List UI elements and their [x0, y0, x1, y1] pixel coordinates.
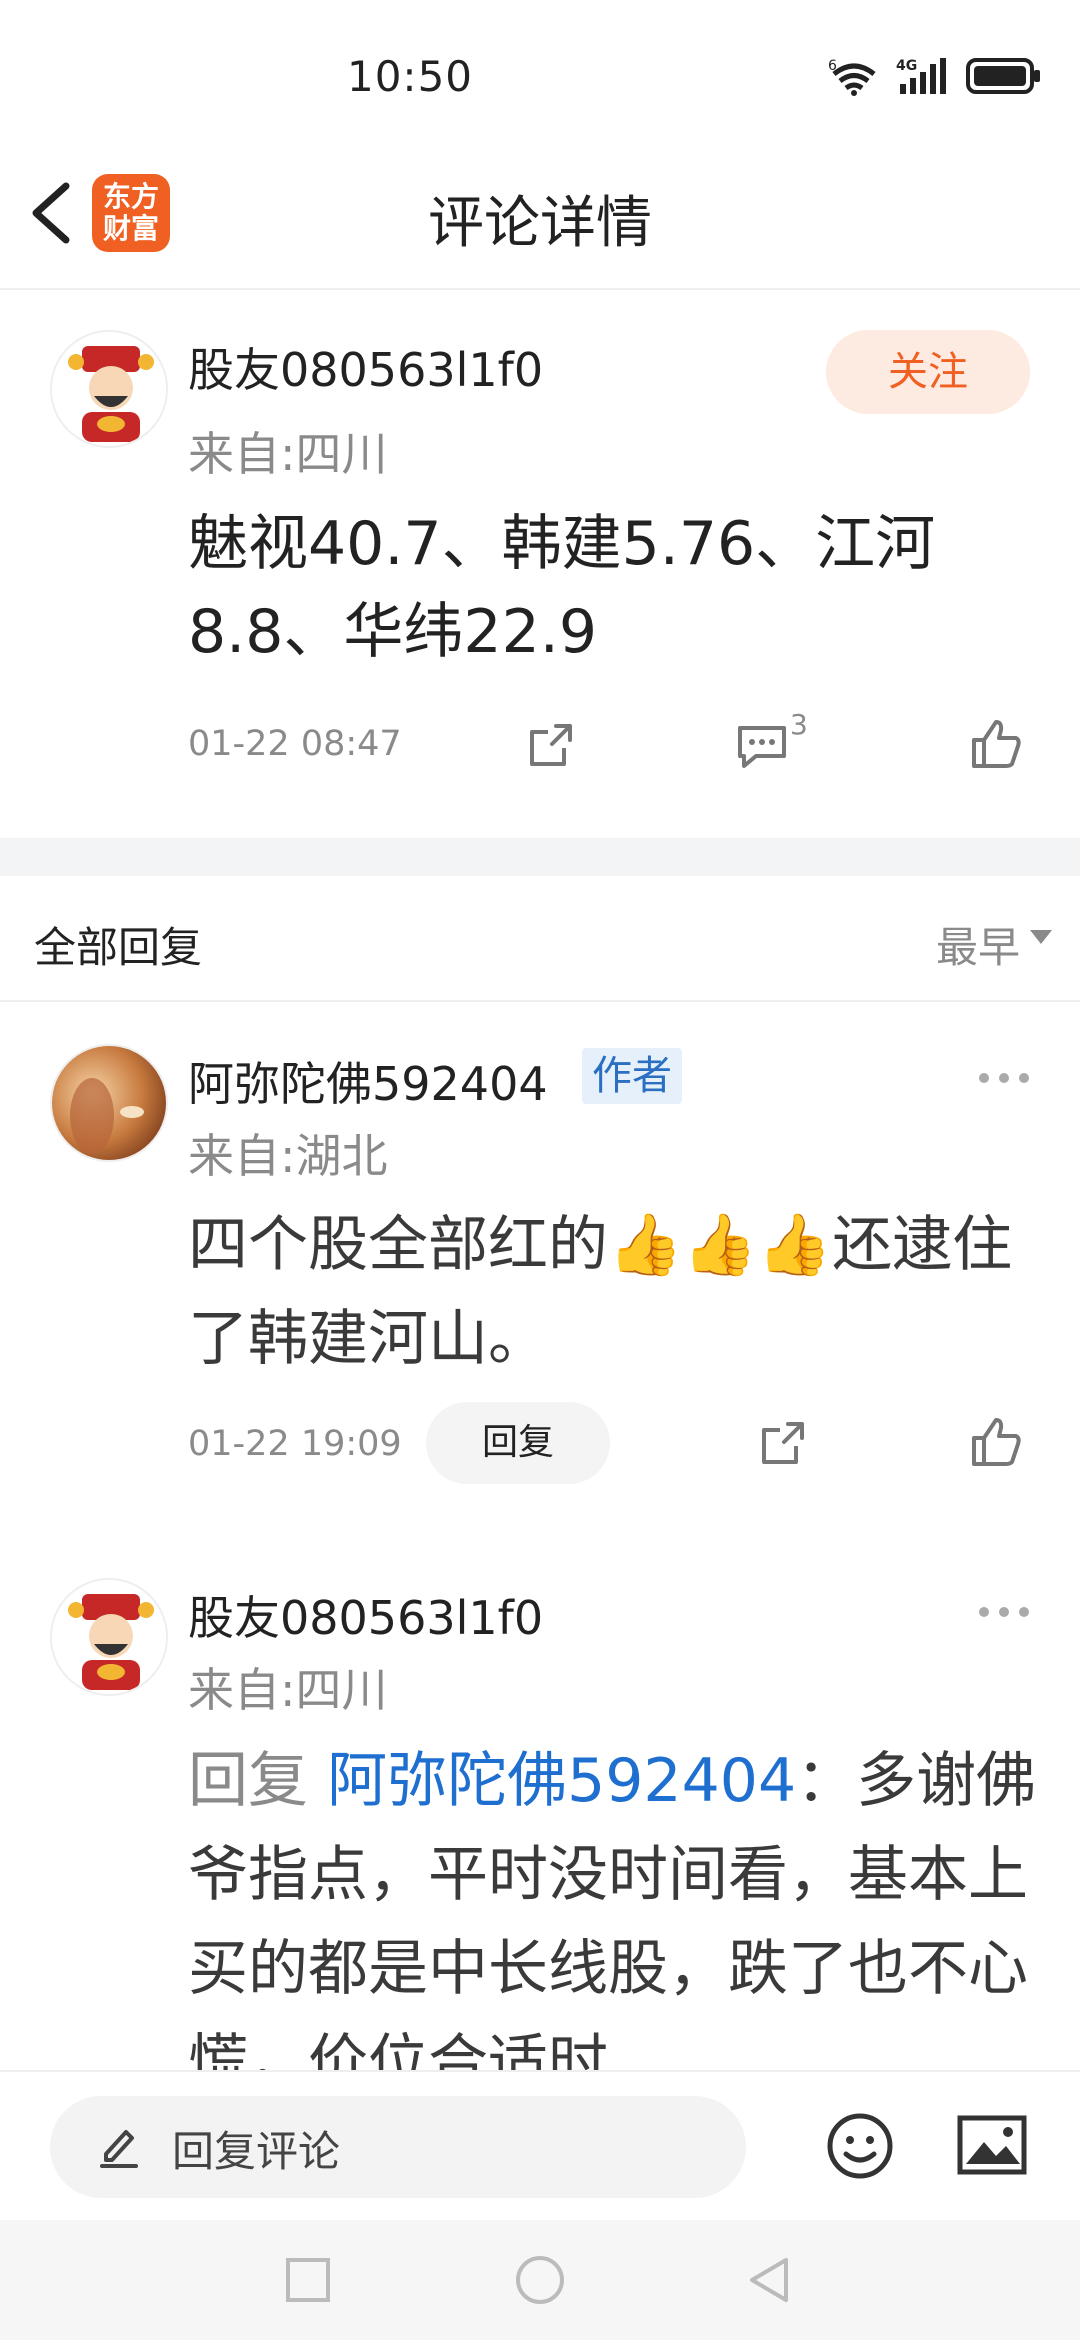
reply-text-block: 回复 阿弥陀佛592404：多谢佛爷指点，平时没时间看，基本上买的都是中长线股，… [188, 1734, 1048, 2070]
reply-username[interactable]: 股友080563l1f0 [188, 1582, 543, 1648]
more-options-icon[interactable] [976, 1602, 1032, 1622]
reply-input-placeholder[interactable]: 回复评论 [172, 2118, 340, 2179]
wifi-icon: 6 [828, 58, 876, 96]
sort-dropdown[interactable]: 最早 [936, 914, 1020, 975]
avatar[interactable] [50, 330, 168, 448]
avatar[interactable] [50, 1578, 168, 1696]
comment-count: 3 [790, 708, 808, 741]
home-icon[interactable] [514, 2254, 566, 2306]
post-body: 魅视40.7、韩建5.76、江河8.8、华纬22.9 [188, 509, 936, 667]
avatar-fortune-god-icon [52, 1580, 166, 1694]
avatar[interactable] [50, 1044, 168, 1162]
emoji-icon[interactable] [824, 2110, 896, 2182]
reply-prefix: 回复 [188, 1746, 328, 1816]
image-icon[interactable] [956, 2112, 1028, 2180]
all-replies-title: 全部回复 [34, 923, 203, 972]
battery-full-icon [966, 58, 1040, 94]
back-icon[interactable] [744, 2254, 792, 2306]
avatar-buddha-photo [52, 1046, 166, 1160]
svg-text:4G: 4G [896, 58, 917, 74]
post-time: 01-22 08:47 [188, 724, 402, 764]
header-divider [0, 288, 1080, 290]
chevron-down-icon[interactable] [1030, 930, 1052, 944]
reply-location: 来自:四川 [188, 1663, 388, 1717]
pencil-icon [100, 2130, 138, 2168]
comment-icon[interactable] [734, 718, 790, 772]
section-divider [0, 1000, 1080, 1002]
follow-button[interactable]: 关注 [826, 330, 1030, 414]
recent-apps-icon[interactable] [284, 2256, 332, 2304]
section-separator [0, 838, 1080, 876]
avatar-fortune-god-icon [52, 332, 166, 446]
reply-time: 01-22 19:09 [188, 1424, 402, 1464]
reply-location: 来自:湖北 [188, 1129, 388, 1183]
share-icon[interactable] [756, 1416, 810, 1470]
page-title: 评论详情 [428, 191, 652, 256]
status-icons: 6 4G [826, 56, 1042, 96]
reply-button[interactable]: 回复 [426, 1402, 610, 1484]
author-badge: 作者 [582, 1048, 682, 1104]
reply-input[interactable] [50, 2096, 746, 2198]
share-icon[interactable] [524, 718, 578, 772]
more-options-icon[interactable] [976, 1068, 1032, 1088]
status-time: 10:50 [346, 52, 474, 101]
reply-text: 四个股全部红的👍👍👍还逮住了韩建河山。 [188, 1210, 1013, 1374]
mention-link[interactable]: 阿弥陀佛592404 [327, 1746, 796, 1816]
post-location: 来自:四川 [188, 427, 388, 481]
like-icon[interactable] [968, 716, 1024, 772]
reply-username[interactable]: 阿弥陀佛592404 [188, 1048, 548, 1114]
like-icon[interactable] [968, 1414, 1024, 1470]
cell-signal-icon: 4G [896, 58, 946, 94]
post-username[interactable]: 股友080563l1f0 [188, 334, 543, 400]
